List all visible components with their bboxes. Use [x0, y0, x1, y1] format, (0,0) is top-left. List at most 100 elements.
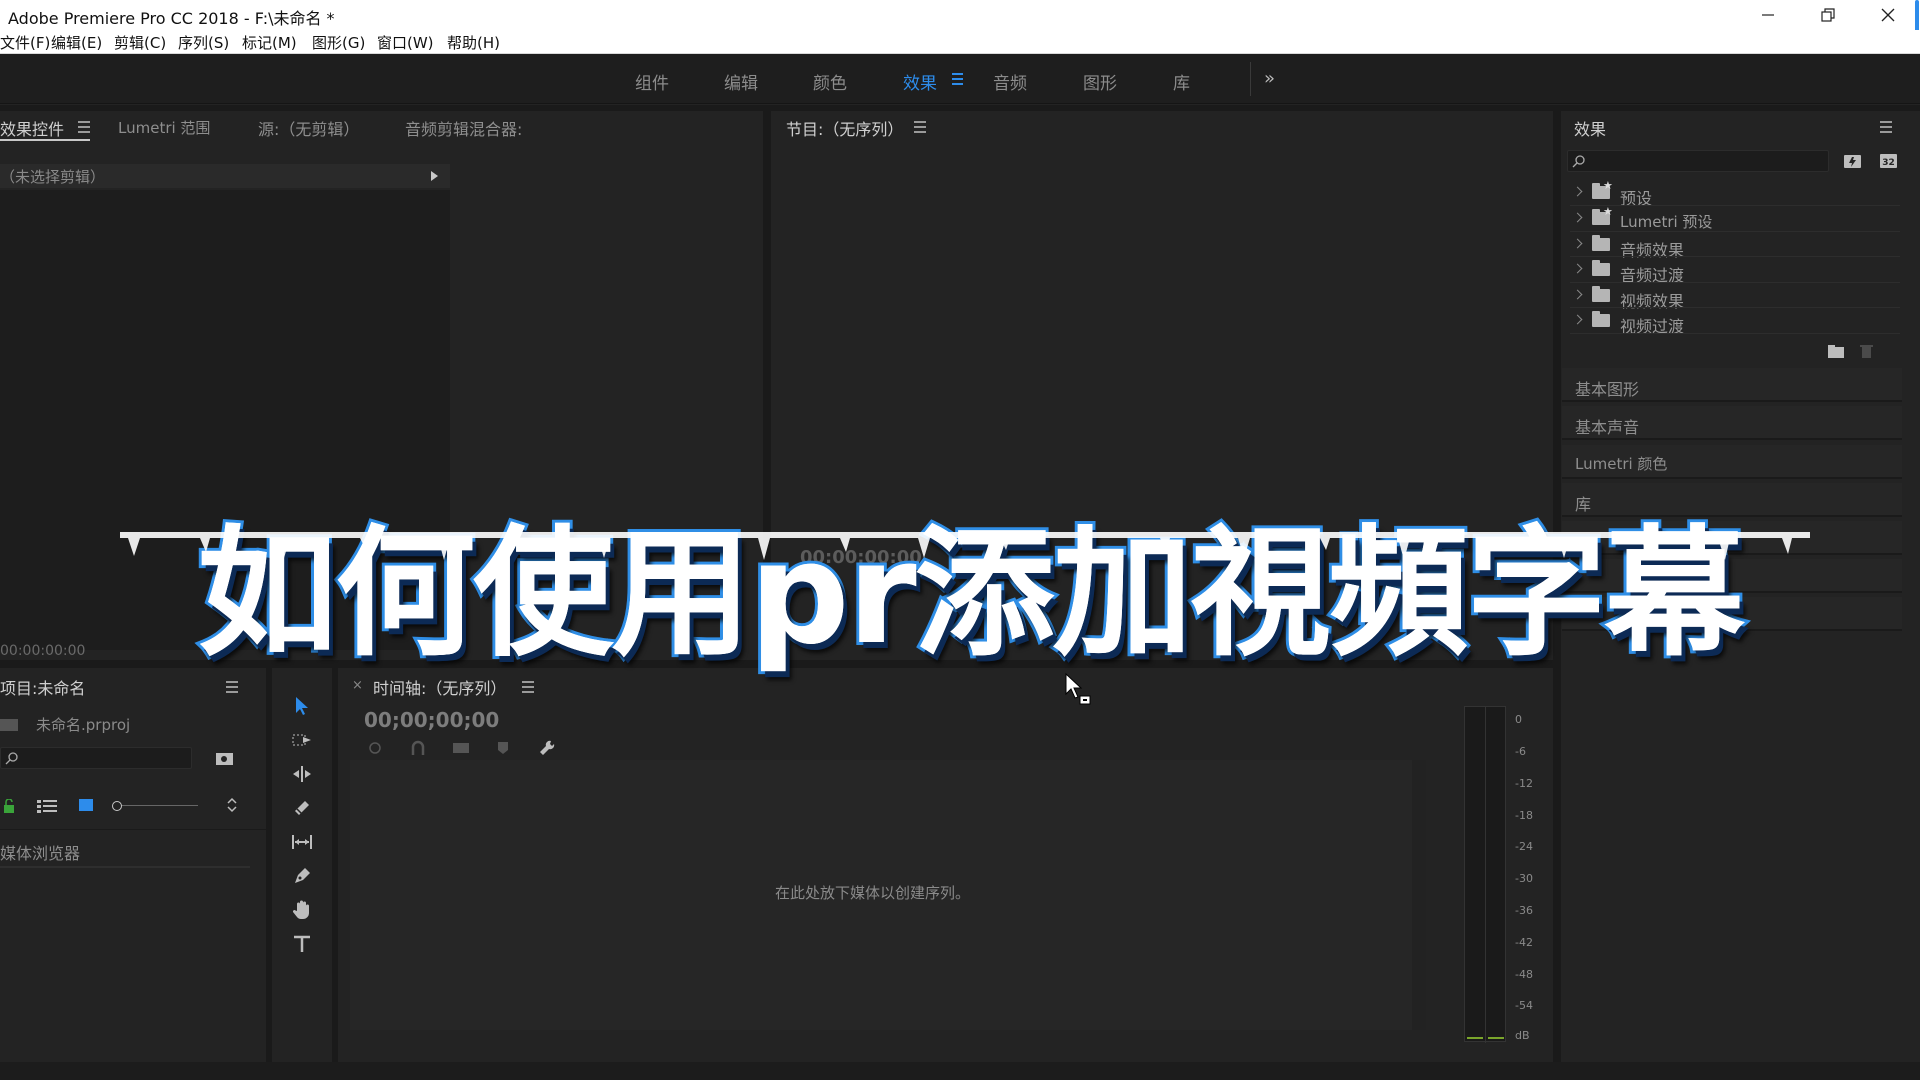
lock-icon[interactable]: [2, 799, 16, 813]
selection-tool[interactable]: [290, 694, 314, 718]
ripple-edit-tool[interactable]: [290, 762, 314, 786]
effects-panel-menu-icon[interactable]: [1880, 121, 1892, 133]
tab-media-browser[interactable]: 媒体浏览器: [0, 840, 80, 864]
new-search-bin-icon[interactable]: [215, 750, 235, 766]
timeline-close-icon[interactable]: ×: [352, 678, 363, 693]
workspace-menu-icon[interactable]: [951, 70, 965, 86]
tab-effect-controls[interactable]: 效果控件: [0, 116, 64, 140]
delete-icon[interactable]: [1860, 344, 1873, 358]
workspace-graphics[interactable]: 图形: [1083, 69, 1117, 94]
effect-controls-menu-icon[interactable]: [78, 121, 90, 133]
effects-search-input[interactable]: [1567, 150, 1829, 172]
tab-lumetri-scopes[interactable]: Lumetri 范围: [118, 117, 210, 138]
razor-tool[interactable]: [290, 796, 314, 820]
mouse-cursor-icon: [1064, 672, 1094, 706]
workspace-color[interactable]: 颜色: [813, 69, 847, 94]
folder-label: 视频效果: [1620, 288, 1684, 312]
effects-folder-audio-transitions[interactable]: 音频过渡: [1570, 260, 1900, 284]
workspace-assembly[interactable]: 组件: [635, 69, 669, 94]
workspace-editing[interactable]: 编辑: [724, 69, 758, 94]
tree-separator: [1570, 231, 1900, 232]
tree-separator: [1570, 205, 1900, 206]
chevron-right-icon[interactable]: [1573, 264, 1583, 274]
active-tab-underline: [0, 139, 90, 141]
workspace-audio[interactable]: 音频: [993, 69, 1027, 94]
chevron-right-icon[interactable]: [1573, 315, 1583, 325]
timeline-scrollbar[interactable]: [1412, 760, 1426, 1030]
zoom-slider[interactable]: [112, 801, 198, 811]
chevron-right-icon[interactable]: [1573, 239, 1583, 249]
type-tool[interactable]: [290, 932, 314, 956]
list-view-icon[interactable]: [37, 799, 57, 813]
type-icon: [291, 933, 313, 955]
program-monitor-title[interactable]: 节目:（无序列）: [786, 116, 903, 140]
meter-tick: -54: [1515, 999, 1533, 1012]
restore-button[interactable]: [1808, 2, 1848, 28]
title-bar: Adobe Premiere Pro CC 2018 - F:\未命名 *: [0, 0, 1920, 30]
panel-label: 基本图形: [1575, 376, 1639, 400]
panel-libraries[interactable]: 库: [1562, 483, 1902, 517]
menu-file[interactable]: 文件(F): [0, 32, 50, 53]
timeline-title[interactable]: 时间轴:（无序列）: [373, 675, 506, 699]
menu-clip[interactable]: 剪辑(C): [114, 32, 166, 53]
chevron-right-icon[interactable]: [1573, 213, 1583, 223]
minimize-button[interactable]: [1748, 2, 1788, 28]
workspace-divider: [1250, 62, 1251, 96]
menu-window[interactable]: 窗口(W): [377, 32, 434, 53]
wrench-icon[interactable]: [538, 739, 556, 757]
workspace-more-icon[interactable]: »: [1264, 68, 1275, 89]
workspace-libraries[interactable]: 库: [1173, 69, 1190, 94]
32bit-effects-icon[interactable]: 32: [1879, 152, 1899, 170]
menu-edit[interactable]: 编辑(E): [51, 32, 102, 53]
hand-tool[interactable]: [290, 898, 314, 922]
close-button[interactable]: [1868, 2, 1908, 28]
panel-lumetri-color[interactable]: Lumetri 颜色: [1562, 445, 1902, 479]
meter-tick: -36: [1515, 904, 1533, 917]
meter-tick: -6: [1515, 745, 1526, 758]
tree-separator: [1570, 333, 1900, 334]
menu-help[interactable]: 帮助(H): [447, 32, 500, 53]
svg-text:32: 32: [1882, 158, 1895, 168]
effects-panel-title: 效果: [1574, 116, 1606, 140]
nest-sequence-icon[interactable]: [366, 740, 384, 756]
program-monitor-menu-icon[interactable]: [914, 121, 926, 133]
project-file-icon: [0, 717, 20, 731]
snap-icon[interactable]: [410, 740, 426, 756]
chevron-right-icon[interactable]: [1573, 187, 1583, 197]
menu-marker[interactable]: 标记(M): [242, 32, 297, 53]
play-triangle-icon[interactable]: [431, 171, 438, 181]
icon-view-icon[interactable]: [78, 798, 94, 812]
slip-tool[interactable]: [290, 830, 314, 854]
project-panel-title[interactable]: 项目:未命名: [0, 675, 85, 699]
sort-icon[interactable]: [226, 797, 238, 813]
menu-sequence[interactable]: 序列(S): [178, 32, 229, 53]
slider-handle[interactable]: [112, 801, 122, 811]
track-select-tool[interactable]: [290, 728, 314, 752]
folder-icon: [1592, 238, 1610, 251]
chevron-right-icon[interactable]: [1573, 290, 1583, 300]
accelerated-effects-icon[interactable]: [1843, 152, 1863, 170]
effect-controls-timecode[interactable]: 00:00:00:00: [0, 643, 85, 659]
tree-separator: [1570, 256, 1900, 257]
linked-selection-icon[interactable]: [452, 740, 470, 756]
effects-folder-video-transitions[interactable]: 视频过渡: [1570, 311, 1900, 335]
panel-essential-sound[interactable]: 基本声音: [1562, 406, 1902, 440]
search-icon: [1572, 154, 1586, 168]
project-search-input[interactable]: [0, 747, 192, 769]
tab-audio-clip-mixer[interactable]: 音频剪辑混合器:: [405, 116, 522, 140]
add-marker-icon[interactable]: [497, 740, 509, 756]
effects-folder-presets[interactable]: ★ 预设: [1570, 183, 1900, 207]
meter-tick: -12: [1515, 777, 1533, 790]
meter-tick: -18: [1515, 809, 1533, 822]
new-bin-icon[interactable]: [1828, 344, 1844, 358]
project-panel-menu-icon[interactable]: [226, 681, 238, 693]
menu-graphics[interactable]: 图形(G): [312, 32, 365, 53]
tab-source[interactable]: 源:（无剪辑）: [258, 116, 359, 140]
workspace-effects[interactable]: 效果: [903, 69, 937, 94]
timeline-timecode[interactable]: 00;00;00;00: [364, 708, 499, 732]
effects-folder-lumetri-presets[interactable]: ★ Lumetri 预设: [1570, 209, 1900, 233]
pen-tool[interactable]: [290, 864, 314, 888]
panel-essential-graphics[interactable]: 基本图形: [1562, 368, 1902, 402]
meter-divider: [1485, 707, 1486, 1043]
timeline-menu-icon[interactable]: [522, 681, 534, 693]
